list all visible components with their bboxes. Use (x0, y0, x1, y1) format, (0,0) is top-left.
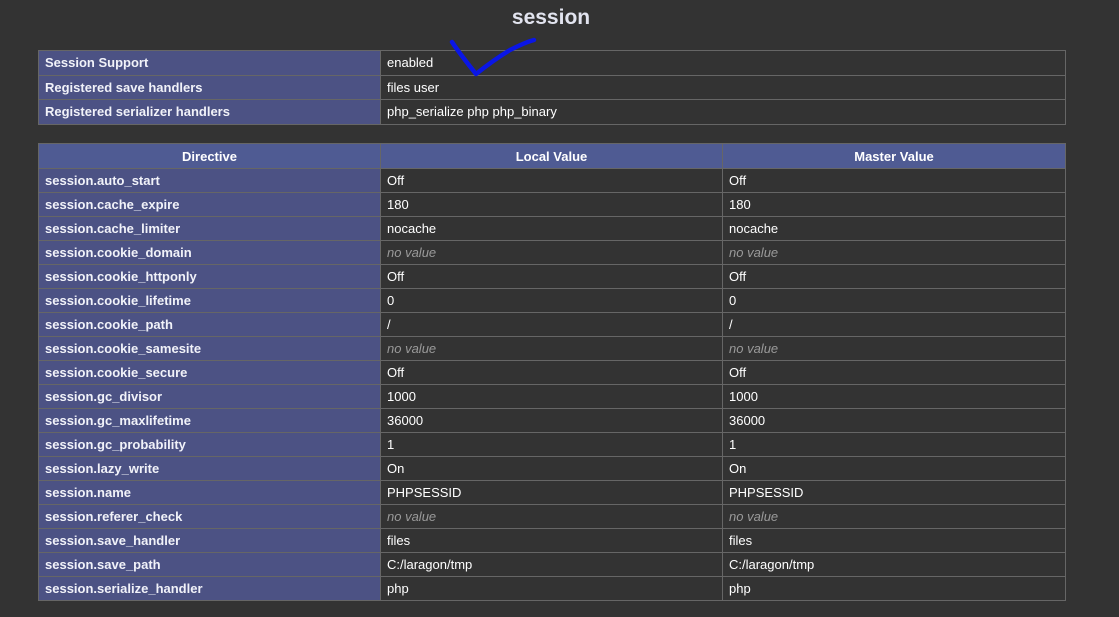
no-value-text: no value (387, 245, 437, 260)
master-value: C:/laragon/tmp (722, 552, 1066, 577)
local-value: no value (380, 504, 723, 529)
master-value: no value (722, 504, 1066, 529)
header-master-value: Master Value (722, 143, 1066, 169)
directive-row: session.save_path C:/laragon/tmp C:/larago… (38, 552, 1066, 577)
directive-row: session.serialize_handler php php (38, 576, 1066, 601)
directive-name: session.auto_start (38, 168, 381, 193)
directive-row: session.gc_probability 1 1 (38, 432, 1066, 457)
local-value: / (380, 312, 723, 337)
directive-name: session.lazy_write (38, 456, 381, 481)
directive-row: session.cache_expire 180 180 (38, 192, 1066, 217)
master-value: On (722, 456, 1066, 481)
master-value: 1000 (722, 384, 1066, 409)
directive-row: session.gc_maxlifetime 36000 36000 (38, 408, 1066, 433)
directive-row: session.cache_limiter nocache nocache (38, 216, 1066, 241)
info-name: Registered save handlers (38, 74, 381, 100)
master-value: files (722, 528, 1066, 553)
master-value: 180 (722, 192, 1066, 217)
master-value: Off (722, 360, 1066, 385)
local-value: 36000 (380, 408, 723, 433)
info-row: Registered save handlers files user (38, 74, 1066, 100)
header-directive: Directive (38, 143, 381, 169)
directive-row: session.cookie_domain no value no value (38, 240, 1066, 265)
local-value: Off (380, 168, 723, 193)
local-value: 1000 (380, 384, 723, 409)
directive-name: session.cookie_samesite (38, 336, 381, 361)
master-value: no value (722, 240, 1066, 265)
directive-name: session.cookie_secure (38, 360, 381, 385)
directive-name: session.cookie_domain (38, 240, 381, 265)
master-value: / (722, 312, 1066, 337)
header-row: Directive Local Value Master Value (38, 143, 1066, 169)
directive-name: session.cache_limiter (38, 216, 381, 241)
directive-name: session.gc_maxlifetime (38, 408, 381, 433)
directive-name: session.save_handler (38, 528, 381, 553)
directive-row: session.auto_start Off Off (38, 168, 1066, 193)
master-value: 1 (722, 432, 1066, 457)
info-value: enabled (380, 50, 1066, 76)
directive-row: session.cookie_secure Off Off (38, 360, 1066, 385)
local-value: C:/laragon/tmp (380, 552, 723, 577)
directive-name: session.cache_expire (38, 192, 381, 217)
directive-row: session.cookie_samesite no value no value (38, 336, 1066, 361)
directive-name: session.cookie_lifetime (38, 288, 381, 313)
no-value-text: no value (729, 341, 779, 356)
directive-name: session.cookie_path (38, 312, 381, 337)
no-value-text: no value (729, 509, 779, 524)
local-value: 0 (380, 288, 723, 313)
local-value: PHPSESSID (380, 480, 723, 505)
header-local-value: Local Value (380, 143, 723, 169)
directive-row: session.cookie_path / / (38, 312, 1066, 337)
master-value: php (722, 576, 1066, 601)
info-row: Session Support enabled (38, 50, 1066, 76)
directive-name: session.serialize_handler (38, 576, 381, 601)
directive-row: session.referer_check no value no value (38, 504, 1066, 529)
directive-row: session.cookie_httponly Off Off (38, 264, 1066, 289)
master-value: Off (722, 168, 1066, 193)
no-value-text: no value (387, 341, 437, 356)
master-value: nocache (722, 216, 1066, 241)
page: session Session Support enabled Registered… (0, 0, 1119, 617)
directive-name: session.cookie_httponly (38, 264, 381, 289)
local-value: Off (380, 264, 723, 289)
local-value: nocache (380, 216, 723, 241)
info-name: Registered serializer handlers (38, 99, 381, 125)
master-value: 36000 (722, 408, 1066, 433)
info-value: files user (380, 74, 1066, 100)
local-value: 180 (380, 192, 723, 217)
local-value: 1 (380, 432, 723, 457)
info-value: php_serialize php php_binary (380, 99, 1066, 125)
master-value: Off (722, 264, 1066, 289)
info-name: Session Support (38, 50, 381, 76)
local-value: On (380, 456, 723, 481)
directive-row: session.save_handler files files (38, 528, 1066, 553)
directive-row: session.name PHPSESSID PHPSESSID (38, 480, 1066, 505)
local-value: Off (380, 360, 723, 385)
directive-row: session.cookie_lifetime 0 0 (38, 288, 1066, 313)
directive-name: session.name (38, 480, 381, 505)
no-value-text: no value (387, 509, 437, 524)
master-value: PHPSESSID (722, 480, 1066, 505)
directive-name: session.referer_check (38, 504, 381, 529)
directive-name: session.gc_divisor (38, 384, 381, 409)
no-value-text: no value (729, 245, 779, 260)
master-value: no value (722, 336, 1066, 361)
local-value: no value (380, 240, 723, 265)
info-row: Registered serializer handlers php_serial… (38, 99, 1066, 125)
directive-table: Directive Local Value Master Value sessi… (38, 143, 1066, 601)
directive-name: session.save_path (38, 552, 381, 577)
section-title: session (511, 6, 591, 29)
local-value: no value (380, 336, 723, 361)
directive-row: session.lazy_write On On (38, 456, 1066, 481)
local-value: php (380, 576, 723, 601)
session-info-table: Session Support enabled Registered save ha… (38, 50, 1066, 125)
master-value: 0 (722, 288, 1066, 313)
local-value: files (380, 528, 723, 553)
directive-row: session.gc_divisor 1000 1000 (38, 384, 1066, 409)
directive-name: session.gc_probability (38, 432, 381, 457)
